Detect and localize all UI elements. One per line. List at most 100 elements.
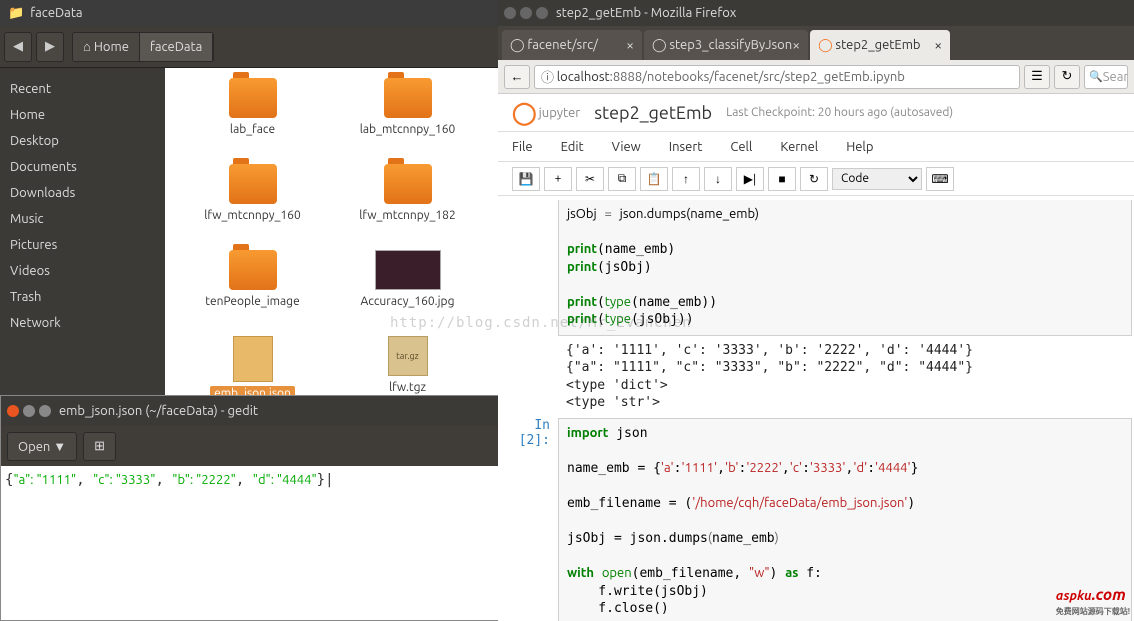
brand-logo: aspku.com免费网站源码下载站! xyxy=(1056,575,1130,617)
menu-view[interactable]: View xyxy=(612,140,641,154)
file-label: lfw_mtcnnpy_182 xyxy=(355,208,459,223)
tab-label: step3_classifyByJson xyxy=(669,38,792,52)
file-grid[interactable]: lab_face lab_mtcnnpy_160 lfw_mtcnnpy_160… xyxy=(165,68,500,395)
code-cell[interactable]: import json name_emb = {'a':'1111','b':'… xyxy=(558,418,1132,621)
reader-mode-icon[interactable]: ☰ xyxy=(1024,65,1050,89)
menu-edit[interactable]: Edit xyxy=(561,140,584,154)
folder-icon xyxy=(384,164,432,204)
tab-close-icon[interactable]: × xyxy=(792,37,800,53)
run-button[interactable]: ▶| xyxy=(736,167,764,191)
close-icon[interactable] xyxy=(504,7,516,19)
restart-button[interactable]: ↻ xyxy=(800,167,828,191)
menu-kernel[interactable]: Kernel xyxy=(780,140,818,154)
nav-back-button[interactable]: ← xyxy=(504,65,530,89)
sidebar-item-network[interactable]: Network xyxy=(0,310,165,336)
jupyter-icon: ◯ xyxy=(510,38,525,53)
add-cell-button[interactable]: + xyxy=(544,167,572,191)
reload-button[interactable]: ↻ xyxy=(1054,65,1080,89)
window-titlebar[interactable]: 📁 faceData xyxy=(0,0,500,26)
nav-back-button[interactable]: ◀ xyxy=(4,32,32,62)
sidebar-item-pictures[interactable]: Pictures xyxy=(0,232,165,258)
file-label: lab_face xyxy=(226,122,279,137)
move-down-button[interactable]: ↓ xyxy=(704,167,732,191)
tab-close-icon[interactable]: × xyxy=(626,37,634,53)
search-box[interactable]: 🔍 Sear xyxy=(1084,65,1128,89)
cell-type-select[interactable]: Code xyxy=(832,168,922,190)
crumb-current[interactable]: faceData xyxy=(140,33,213,61)
editor-title: emb_json.json (~/faceData) - gedit xyxy=(59,404,258,418)
url-toolbar: ← ⓘ localhost:8888/notebooks/facenet/src… xyxy=(498,60,1134,94)
notebook-toolbar: 💾 + ✂ ⧉ 📋 ↑ ↓ ▶| ■ ↻ Code ⌨ xyxy=(498,162,1134,196)
new-tab-button[interactable]: ⊞ xyxy=(83,432,116,461)
maximize-icon[interactable] xyxy=(39,405,51,417)
search-placeholder: Sear xyxy=(1103,70,1128,84)
image-icon xyxy=(375,250,441,290)
crumb-home[interactable]: ⌂ Home xyxy=(73,33,140,61)
jupyter-icon: ◯ xyxy=(652,38,667,53)
window-controls xyxy=(504,7,548,19)
jupyter-logo-icon[interactable]: ◯ jupyter xyxy=(512,100,580,126)
file-label: lfw_mtcnnpy_160 xyxy=(200,208,304,223)
folder-icon xyxy=(229,164,277,204)
tab-label: step2_getEmb xyxy=(835,38,920,52)
json-file-icon xyxy=(233,336,273,382)
info-icon[interactable]: ⓘ xyxy=(541,67,554,86)
menu-help[interactable]: Help xyxy=(846,140,873,154)
sidebar-item-music[interactable]: Music xyxy=(0,206,165,232)
sidebar-item-recent[interactable]: Recent xyxy=(0,76,165,102)
move-up-button[interactable]: ↑ xyxy=(672,167,700,191)
folder-icon xyxy=(384,78,432,118)
jupyter-icon: ◯ xyxy=(818,38,833,53)
tab-step2[interactable]: ◯ step2_getEmb × xyxy=(810,30,950,60)
menu-insert[interactable]: Insert xyxy=(669,140,703,154)
tab-step3[interactable]: ◯ step3_classifyByJson× xyxy=(644,30,808,60)
open-button[interactable]: Open ▼ xyxy=(7,432,77,461)
file-label: lab_mtcnnpy_160 xyxy=(356,122,460,137)
checkpoint-status: Last Checkpoint: 20 hours ago (autosaved… xyxy=(726,106,953,119)
sidebar-item-home[interactable]: Home xyxy=(0,102,165,128)
sidebar-item-videos[interactable]: Videos xyxy=(0,258,165,284)
tab-facenet[interactable]: ◯ facenet/src/× xyxy=(502,30,642,60)
file-manager-window: 📁 faceData ◀ ▶ ⌂ Home faceData Recent Ho… xyxy=(0,0,500,395)
folder-icon: 📁 xyxy=(8,6,24,21)
notebook-title[interactable]: step2_getEmb xyxy=(594,103,712,123)
browser-title: step2_getEmb - Mozilla Firefox xyxy=(556,6,736,20)
file-label: tenPeople_image xyxy=(201,294,303,309)
file-item[interactable]: lab_mtcnnpy_160 xyxy=(330,78,485,158)
save-button[interactable]: 💾 xyxy=(512,167,540,191)
stop-button[interactable]: ■ xyxy=(768,167,796,191)
minimize-icon[interactable] xyxy=(23,405,35,417)
breadcrumb: ⌂ Home faceData xyxy=(72,32,214,62)
file-item[interactable]: tenPeople_image xyxy=(175,250,330,330)
file-label: lfw.tgz xyxy=(385,380,430,395)
file-item[interactable]: lfw_mtcnnpy_160 xyxy=(175,164,330,244)
command-palette-button[interactable]: ⌨ xyxy=(926,167,954,191)
file-item[interactable]: lfw_mtcnnpy_182 xyxy=(330,164,485,244)
notebook-cells[interactable]: jsObj = json.dumps(name_emb) print(name_… xyxy=(498,196,1134,621)
maximize-icon[interactable] xyxy=(536,7,548,19)
sidebar-item-desktop[interactable]: Desktop xyxy=(0,128,165,154)
sidebar-item-documents[interactable]: Documents xyxy=(0,154,165,180)
nav-forward-button[interactable]: ▶ xyxy=(36,32,64,62)
url-path: :8888/notebooks/facenet/src/step2_getEmb… xyxy=(610,70,905,84)
file-item[interactable]: lab_face xyxy=(175,78,330,158)
menu-bar: File Edit View Insert Cell Kernel Help xyxy=(498,132,1134,162)
address-bar[interactable]: ⓘ localhost:8888/notebooks/facenet/src/s… xyxy=(534,65,1020,89)
tab-strip: ◯ facenet/src/× ◯ step3_classifyByJson× … xyxy=(498,26,1134,60)
window-titlebar[interactable]: step2_getEmb - Mozilla Firefox xyxy=(498,0,1134,26)
cut-button[interactable]: ✂ xyxy=(576,167,604,191)
paste-button[interactable]: 📋 xyxy=(640,167,668,191)
copy-button[interactable]: ⧉ xyxy=(608,167,636,191)
tab-close-icon[interactable]: × xyxy=(934,37,942,53)
cell-output: {'a': '1111', 'c': '3333', 'b': '2222', … xyxy=(558,340,1132,414)
watermark-text: http://blog.csdn.net/Mr_EvanChen xyxy=(390,315,692,331)
sidebar-item-trash[interactable]: Trash xyxy=(0,284,165,310)
minimize-icon[interactable] xyxy=(520,7,532,19)
file-label: Accuracy_160.jpg xyxy=(357,294,459,309)
menu-file[interactable]: File xyxy=(512,140,533,154)
close-icon[interactable] xyxy=(7,405,19,417)
folder-icon xyxy=(229,78,277,118)
sidebar-item-downloads[interactable]: Downloads xyxy=(0,180,165,206)
browser-window: step2_getEmb - Mozilla Firefox ◯ facenet… xyxy=(498,0,1134,621)
menu-cell[interactable]: Cell xyxy=(730,140,752,154)
